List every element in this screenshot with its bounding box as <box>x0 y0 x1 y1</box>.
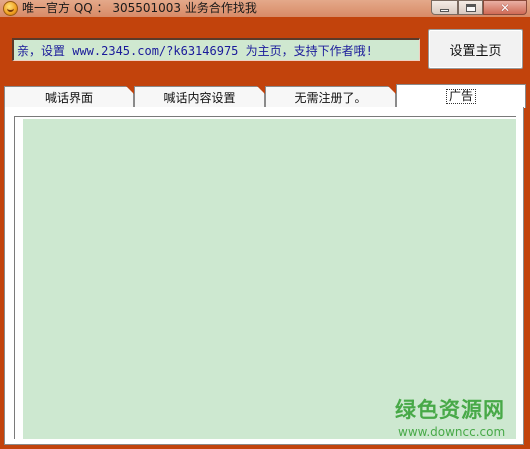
close-button[interactable]: ✕ <box>483 0 527 15</box>
homepage-link-text: 亲，设置 www.2345.com/?k63146975 为主页，支持下作者哦! <box>17 44 373 58</box>
ad-content-area[interactable] <box>23 119 516 439</box>
tab-corner <box>126 86 134 94</box>
tab-label: 喊话界面 <box>44 90 93 105</box>
tab-corner <box>257 86 265 94</box>
tab-label: 喊话内容设置 <box>163 90 236 105</box>
app-window: 唯一官方 QQ ： 305501003 业务合作找我 ✕ 亲，设置 www.23… <box>0 0 530 449</box>
tab-no-registration[interactable]: 无需注册了。 <box>265 86 396 107</box>
set-homepage-button[interactable]: 设置主页 <box>428 29 523 69</box>
window-title: 唯一官方 QQ ： 305501003 业务合作找我 <box>22 1 257 15</box>
minimize-button[interactable] <box>431 0 458 15</box>
tab-corner <box>388 86 396 94</box>
ads-tab-panel <box>4 107 524 445</box>
tab-strip: 喊话界面 喊话内容设置 无需注册了。 广告 <box>4 84 526 108</box>
watermark-brand: 绿色资源网 <box>395 398 505 422</box>
app-smiley-icon <box>3 1 18 16</box>
tab-ads[interactable]: 广告 <box>396 84 526 108</box>
tab-label: 广告 <box>445 89 476 104</box>
homepage-link-field[interactable]: 亲，设置 www.2345.com/?k63146975 为主页，支持下作者哦! <box>12 38 420 61</box>
ad-content-frame <box>14 116 516 439</box>
tab-shout-content-settings[interactable]: 喊话内容设置 <box>134 86 265 107</box>
close-icon: ✕ <box>499 0 511 15</box>
window-controls: ✕ <box>431 0 527 15</box>
tab-label: 无需注册了。 <box>294 90 367 105</box>
title-bar[interactable]: 唯一官方 QQ ： 305501003 业务合作找我 ✕ <box>0 0 530 17</box>
maximize-button[interactable] <box>458 0 483 15</box>
maximize-icon <box>465 3 476 12</box>
watermark-url: www.downcc.com <box>398 425 506 439</box>
tab-shout-interface[interactable]: 喊话界面 <box>4 86 134 107</box>
minimize-icon <box>440 8 449 12</box>
